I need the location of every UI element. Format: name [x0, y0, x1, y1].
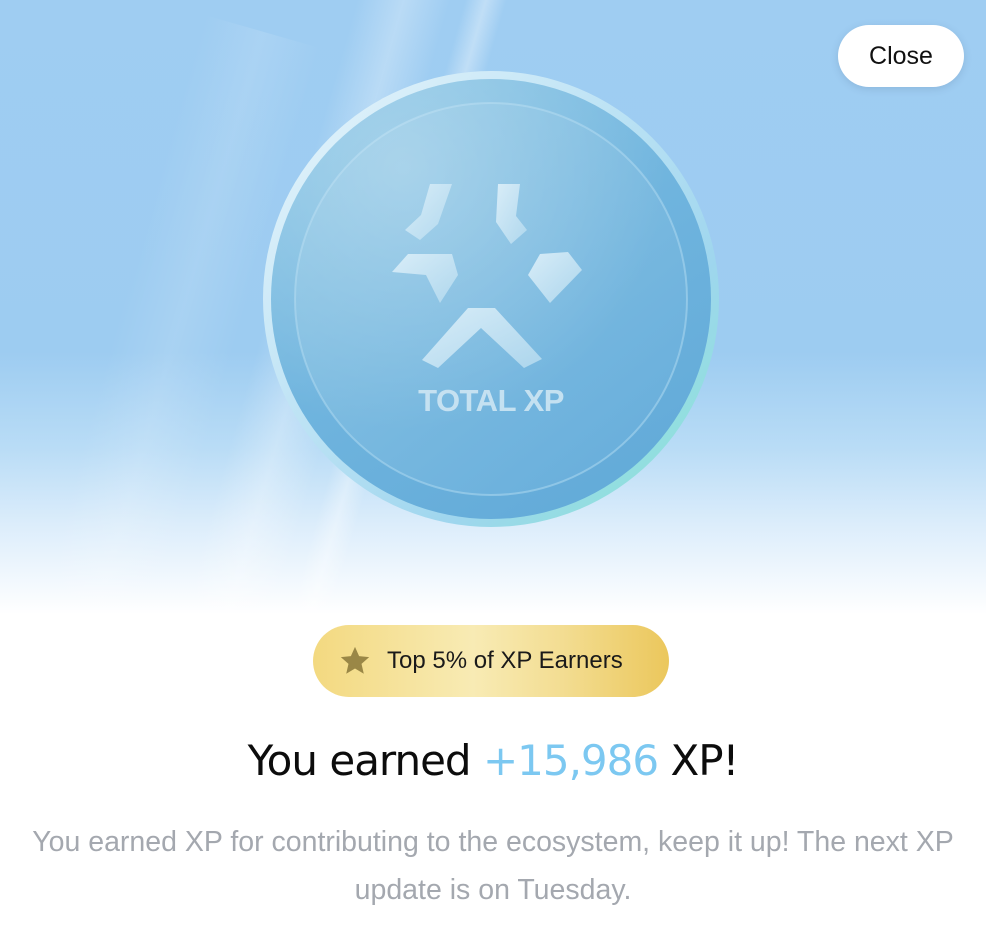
earned-headline: You earned +15,986 XP!: [0, 736, 986, 785]
xp-amount: +15,986: [482, 736, 659, 785]
headline-suffix: XP!: [658, 736, 739, 785]
xp-reward-modal: TOTAL XP Close Top 5% of XP Earners You …: [0, 0, 986, 946]
badge-label: Top 5% of XP Earners: [387, 647, 623, 674]
description-text: You earned XP for contributing to the ec…: [32, 826, 954, 906]
top-earners-badge: Top 5% of XP Earners: [313, 625, 669, 697]
star-icon: [337, 643, 373, 679]
close-button[interactable]: Close: [838, 25, 964, 87]
total-xp-coin: TOTAL XP: [263, 71, 719, 527]
coin-sheen: [271, 79, 711, 519]
hero-banner: TOTAL XP: [0, 0, 986, 640]
headline-prefix: You earned: [247, 736, 483, 785]
coin-label: TOTAL XP: [418, 383, 564, 418]
